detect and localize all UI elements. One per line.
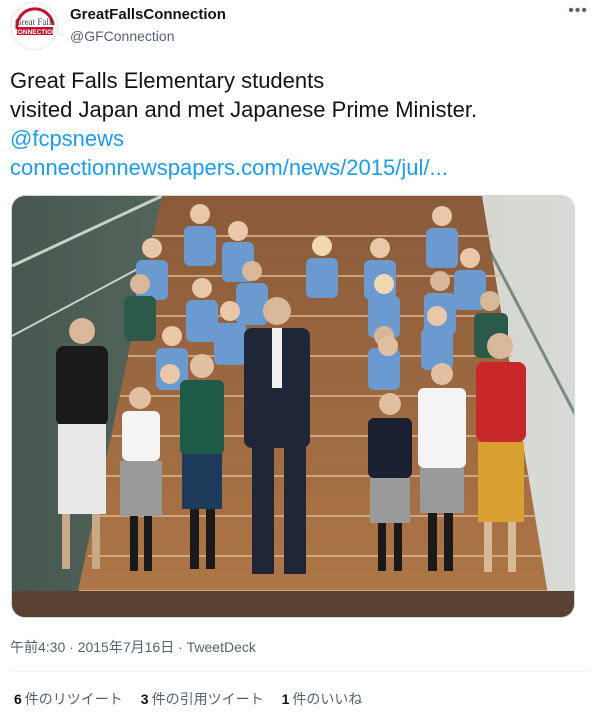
svg-text:Great Falls: Great Falls (15, 17, 55, 27)
display-name[interactable]: GreatFallsConnection (70, 6, 226, 24)
quotes-count: 3 (140, 691, 149, 707)
quotes-stat[interactable]: 3 件の引用ツイート (141, 689, 264, 709)
logo-icon: Great Falls CONNECTION (11, 3, 57, 49)
tweet-text: Great Falls Elementary students visited … (10, 66, 590, 182)
divider (10, 671, 590, 672)
handle[interactable]: @GFConnection (70, 27, 226, 45)
retweets-count: 6 (14, 691, 22, 707)
photo-illustration (12, 196, 574, 617)
retweets-label: 件のリツイート (24, 691, 123, 707)
likes-stat[interactable]: 1 件のいいね (282, 689, 363, 709)
tweet-stats: 6 件のリツイート 3 件の引用ツイート 1 件のいいね (14, 689, 362, 709)
likes-label: 件のいいね (292, 691, 363, 707)
quotes-label: 件の引用ツイート (151, 691, 264, 707)
retweets-stat[interactable]: 6 件のリツイート (14, 689, 123, 709)
tweet-text-line1: Great Falls Elementary students (10, 68, 325, 93)
more-icon[interactable]: ••• (568, 2, 588, 20)
mention-link[interactable]: @fcpsnews (10, 124, 590, 153)
svg-text:CONNECTION: CONNECTION (13, 29, 57, 36)
avatar[interactable]: Great Falls CONNECTION (10, 2, 58, 50)
tweet-header: Great Falls CONNECTION GreatFallsConnect… (10, 2, 590, 52)
tweet-timestamp[interactable]: 午前4:30 · 2015年7月16日 · TweetDeck (10, 637, 256, 657)
article-link[interactable]: connectionnewspapers.com/news/2015/jul/.… (10, 153, 590, 182)
tweet-text-line2: visited Japan and met Japanese Prime Min… (10, 97, 478, 122)
tweet-photo[interactable] (11, 195, 575, 618)
likes-count: 1 (281, 691, 290, 707)
